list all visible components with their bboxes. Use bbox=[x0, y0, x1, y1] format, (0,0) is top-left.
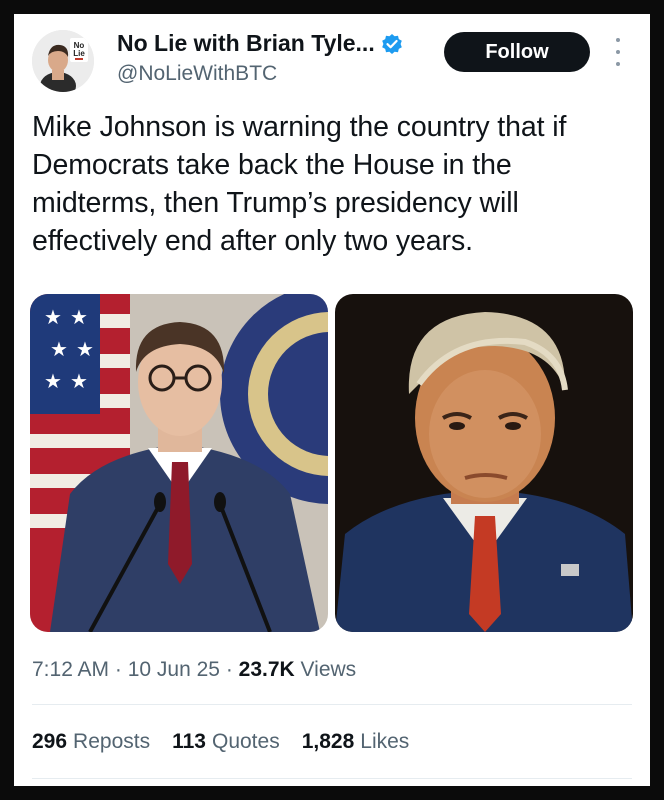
tweet-text: Mike Johnson is warning the country that… bbox=[32, 111, 567, 257]
more-dot bbox=[616, 38, 620, 42]
svg-text:★: ★ bbox=[44, 371, 62, 393]
meta-separator: · bbox=[219, 658, 239, 681]
svg-text:★: ★ bbox=[50, 339, 68, 361]
svg-text:★: ★ bbox=[76, 339, 94, 361]
speaker-photo: ★ ★ ★ ★ ★ ★ bbox=[30, 294, 328, 632]
tweet-meta: 7:12 AM · 10 Jun 25 · 23.7K Views bbox=[32, 658, 356, 682]
media-photo-left[interactable]: ★ ★ ★ ★ ★ ★ bbox=[30, 294, 328, 632]
reposts-stat[interactable]: 296 Reposts bbox=[32, 730, 150, 754]
views-label: Views bbox=[294, 658, 357, 681]
divider bbox=[32, 778, 632, 779]
portrait-photo bbox=[335, 294, 633, 632]
author-handle[interactable]: @NoLieWithBTC bbox=[117, 62, 277, 86]
tweet-time[interactable]: 7:12 AM bbox=[32, 658, 109, 681]
follow-button[interactable]: Follow bbox=[444, 32, 590, 72]
likes-count: 1,828 bbox=[301, 730, 355, 753]
quotes-stat[interactable]: 113 Quotes bbox=[172, 730, 280, 754]
likes-stat[interactable]: 1,828 Likes bbox=[302, 730, 410, 754]
more-dot bbox=[616, 50, 620, 54]
more-dot bbox=[616, 62, 620, 66]
svg-text:★: ★ bbox=[70, 371, 88, 393]
avatar[interactable]: No Lie bbox=[32, 30, 94, 92]
divider bbox=[32, 704, 632, 705]
quotes-label: Quotes bbox=[211, 730, 280, 753]
tweet-header: No Lie No Lie with Brian Tyle... @NoLieW… bbox=[14, 14, 650, 104]
views-count: 23.7K bbox=[238, 658, 295, 681]
tweet-card: No Lie No Lie with Brian Tyle... @NoLieW… bbox=[14, 14, 650, 786]
tweet-media: ★ ★ ★ ★ ★ ★ bbox=[30, 294, 633, 632]
avatar-badge-line2: Lie bbox=[73, 49, 85, 58]
media-photo-right[interactable] bbox=[335, 294, 633, 632]
more-options-icon[interactable] bbox=[612, 38, 624, 66]
quotes-count: 113 bbox=[172, 730, 206, 753]
svg-text:★: ★ bbox=[70, 307, 88, 329]
svg-text:★: ★ bbox=[44, 307, 62, 329]
author-display-name[interactable]: No Lie with Brian Tyle... bbox=[117, 30, 375, 57]
reposts-count: 296 bbox=[32, 730, 68, 753]
reposts-label: Reposts bbox=[73, 730, 151, 753]
avatar-image: No Lie bbox=[32, 30, 94, 92]
verified-badge-icon bbox=[381, 33, 403, 55]
tweet-stats: 296 Reposts 113 Quotes 1,828 Likes bbox=[32, 730, 409, 754]
author-name-row: No Lie with Brian Tyle... bbox=[117, 30, 403, 57]
likes-label: Likes bbox=[360, 730, 410, 753]
meta-separator: · bbox=[109, 658, 128, 681]
tweet-date[interactable]: 10 Jun 25 bbox=[128, 658, 220, 681]
